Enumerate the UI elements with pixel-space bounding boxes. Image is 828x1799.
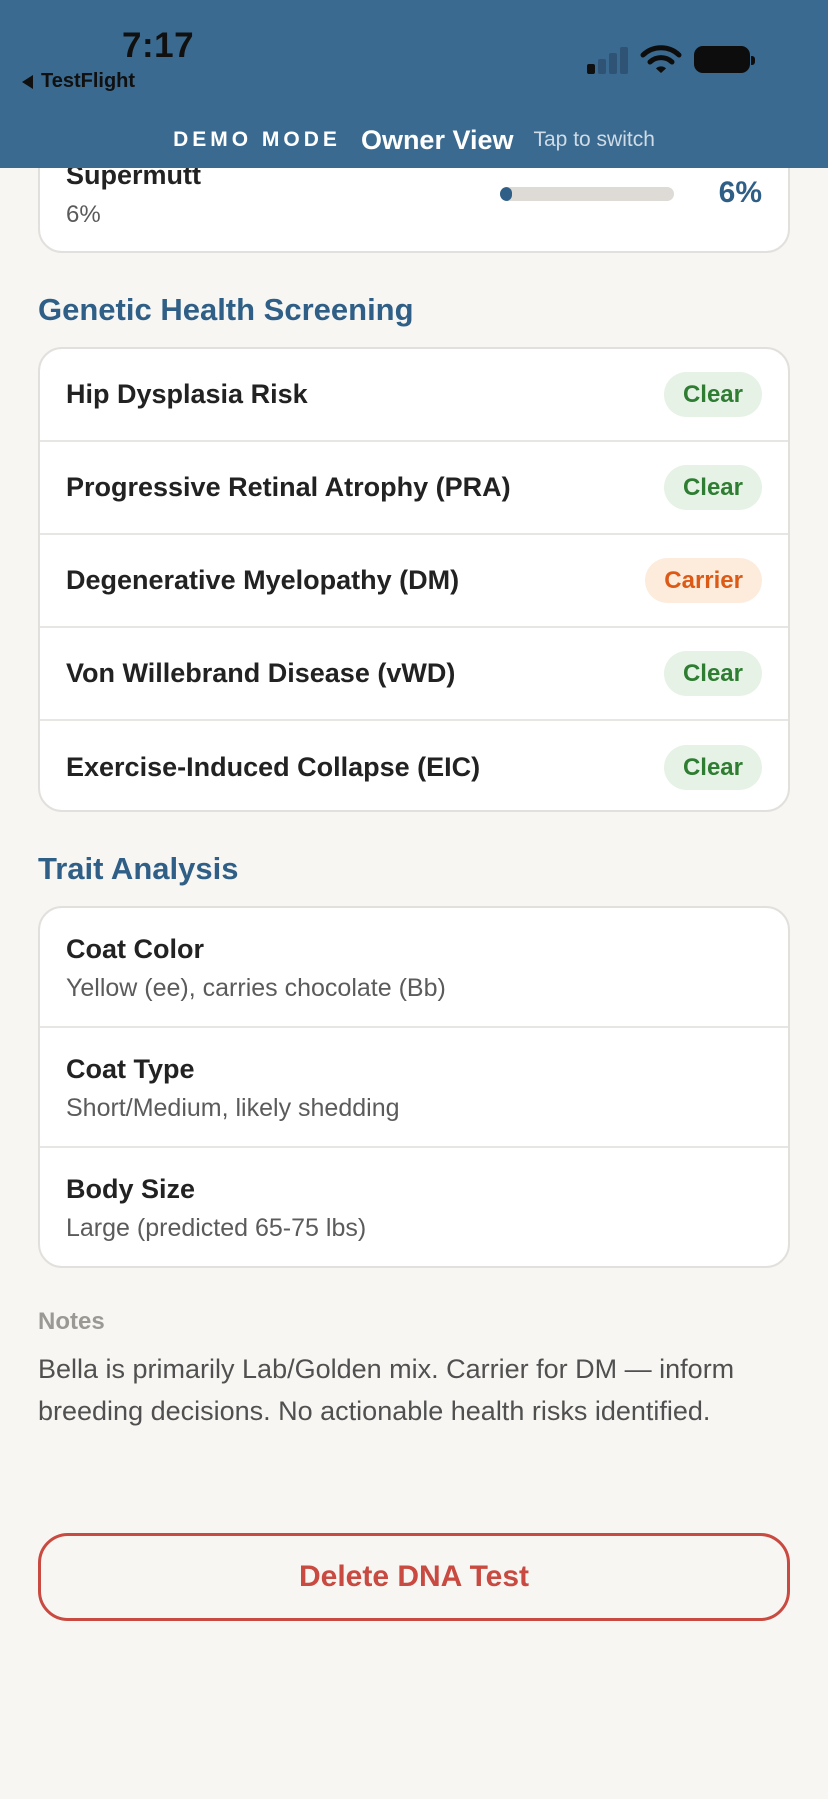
breed-percent-value: 6% — [718, 176, 762, 209]
trait-value: Yellow (ee), carries chocolate (Bb) — [66, 974, 446, 1002]
battery-icon — [694, 46, 755, 73]
delete-dna-test-button[interactable]: Delete DNA Test — [38, 1533, 790, 1621]
trait-analysis-card: Coat Color Yellow (ee), carries chocolat… — [38, 906, 790, 1268]
demo-mode-bar[interactable]: DEMO MODE Owner View Tap to switch — [0, 120, 828, 160]
status-badge: Clear — [663, 465, 762, 510]
health-row[interactable]: Hip Dysplasia Risk Clear — [40, 349, 788, 442]
health-row[interactable]: Degenerative Myelopathy (DM) Carrier — [40, 535, 788, 628]
health-row[interactable]: Exercise-Induced Collapse (EIC) Clear — [40, 721, 788, 810]
health-condition-label: Hip Dysplasia Risk — [66, 379, 308, 409]
status-badge: Clear — [663, 745, 762, 790]
trait-value: Large (predicted 65-75 lbs) — [66, 1214, 367, 1242]
notes-text: Bella is primarily Lab/Golden mix. Carri… — [38, 1354, 735, 1426]
health-screening-card: Hip Dysplasia Risk Clear Progressive Ret… — [38, 347, 790, 812]
back-triangle-icon — [22, 74, 33, 89]
health-condition-label: Progressive Retinal Atrophy (PRA) — [66, 472, 511, 502]
status-badge: Clear — [663, 372, 762, 417]
trait-row: Body Size Large (predicted 65-75 lbs) — [40, 1148, 788, 1266]
dna-test-detail-screen: Supermutt 6% 6% Genetic Health Screening… — [0, 0, 828, 1799]
status-badge: Carrier — [645, 558, 762, 603]
trait-value: Short/Medium, likely shedding — [66, 1094, 400, 1122]
demo-mode-label: DEMO MODE — [173, 128, 341, 151]
breed-progress-bar — [500, 187, 674, 201]
trait-row: Coat Type Short/Medium, likely shedding — [40, 1028, 788, 1148]
health-condition-label: Exercise-Induced Collapse (EIC) — [66, 752, 481, 782]
app-header: 7:17 TestFlight DEMO MODE Owner View Tap… — [0, 0, 828, 168]
health-condition-label: Von Willebrand Disease (vWD) — [66, 658, 456, 688]
trait-label: Coat Color — [66, 934, 204, 964]
cellular-signal-icon — [587, 46, 629, 74]
breed-progress-fill — [500, 187, 513, 201]
status-time: 7:17 — [122, 26, 195, 65]
current-view-label: Owner View — [360, 124, 514, 155]
switch-view-hint[interactable]: Tap to switch — [534, 128, 655, 152]
status-badge: Clear — [663, 651, 762, 696]
trait-label: Coat Type — [66, 1054, 195, 1084]
trait-label: Body Size — [66, 1174, 196, 1204]
back-to-app-link[interactable]: TestFlight — [22, 70, 135, 93]
trait-row: Coat Color Yellow (ee), carries chocolat… — [40, 908, 788, 1028]
health-condition-label: Degenerative Myelopathy (DM) — [66, 565, 460, 595]
wifi-icon — [640, 45, 682, 73]
back-app-label: TestFlight — [41, 70, 136, 92]
traits-section-title: Trait Analysis — [38, 851, 239, 886]
notes-label: Notes — [38, 1308, 105, 1335]
health-row[interactable]: Progressive Retinal Atrophy (PRA) Clear — [40, 442, 788, 535]
health-row[interactable]: Von Willebrand Disease (vWD) Clear — [40, 628, 788, 721]
breed-percent-subtext: 6% — [66, 201, 101, 228]
health-section-title: Genetic Health Screening — [38, 292, 414, 327]
